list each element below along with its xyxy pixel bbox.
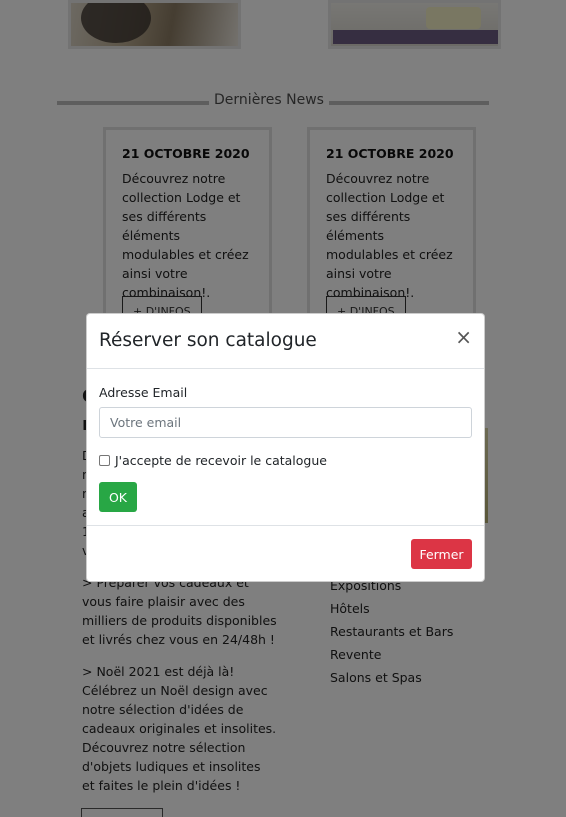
modal-body: Adresse Email J'accepte de recevoir le c… xyxy=(87,369,484,526)
ok-button[interactable]: OK xyxy=(99,482,137,512)
consent-label[interactable]: J'accepte de recevoir le catalogue xyxy=(115,453,327,468)
consent-row[interactable]: J'accepte de recevoir le catalogue xyxy=(99,453,327,468)
modal-header: Réserver son catalogue × xyxy=(87,314,484,369)
catalogue-modal: Réserver son catalogue × Adresse Email J… xyxy=(86,313,485,582)
modal-title: Réserver son catalogue xyxy=(99,330,317,351)
email-field[interactable] xyxy=(99,407,472,438)
modal-footer: Fermer xyxy=(87,526,484,582)
consent-checkbox[interactable] xyxy=(99,455,110,466)
dismiss-button[interactable]: Fermer xyxy=(411,539,472,569)
email-label: Adresse Email xyxy=(99,385,188,400)
close-icon[interactable]: × xyxy=(455,327,472,347)
